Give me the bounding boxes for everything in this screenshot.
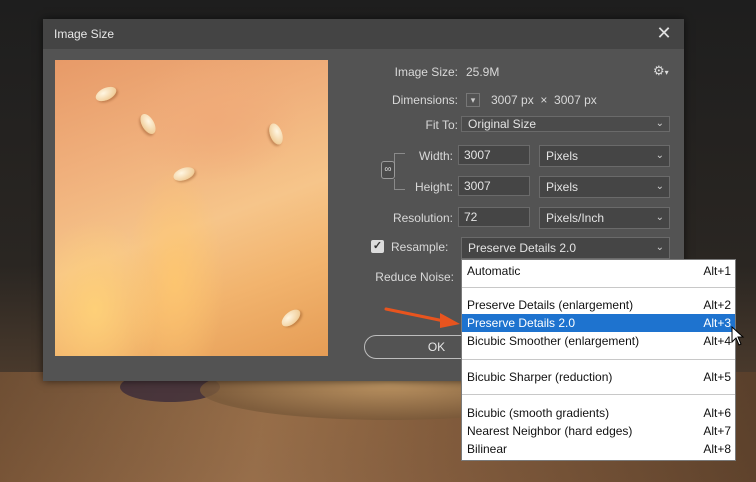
resolution-unit-select[interactable]: Pixels/Inch ⌄: [539, 207, 670, 229]
fit-to-select[interactable]: Original Size ⌄: [461, 116, 670, 132]
image-size-value: 25.9M: [466, 65, 500, 79]
sesame-seed: [137, 111, 159, 137]
menu-item-preserve-details-2[interactable]: Preserve Details 2.0 Alt+3: [462, 314, 735, 332]
menu-item-label: Bicubic Sharper (reduction): [467, 370, 613, 384]
menu-item-shortcut: Alt+2: [703, 298, 731, 312]
resolution-input[interactable]: 72: [458, 207, 530, 227]
menu-item-preserve-details[interactable]: Preserve Details (enlargement) Alt+2: [462, 296, 735, 314]
menu-item-bilinear[interactable]: Bilinear Alt+8: [462, 440, 735, 458]
dimensions-value: 3007 px × 3007 px: [491, 93, 597, 107]
width-label: Width:: [418, 149, 453, 163]
chevron-down-icon[interactable]: ▾: [466, 93, 480, 107]
resample-select[interactable]: Preserve Details 2.0 ⌄: [461, 237, 670, 259]
menu-item-label: Nearest Neighbor (hard edges): [467, 424, 633, 438]
height-input[interactable]: 3007: [458, 176, 530, 196]
annotation-arrow-icon: [384, 307, 460, 328]
chevron-down-icon: ⌄: [655, 242, 664, 253]
height-unit-select[interactable]: Pixels ⌄: [539, 176, 670, 198]
menu-separator: [462, 359, 735, 360]
resample-label: Resample:: [391, 240, 449, 254]
height-unit-value: Pixels: [546, 180, 579, 194]
menu-item-shortcut: Alt+5: [703, 370, 731, 384]
menu-item-label: Bicubic Smoother (enlargement): [467, 334, 640, 348]
menu-item-bicubic-sharper[interactable]: Bicubic Sharper (reduction) Alt+5: [462, 368, 735, 386]
resample-checkbox[interactable]: ✓: [371, 240, 384, 253]
menu-item-label: Bicubic (smooth gradients): [467, 406, 610, 420]
menu-item-nearest-neighbor[interactable]: Nearest Neighbor (hard edges) Alt+7: [462, 422, 735, 440]
menu-item-shortcut: Alt+1: [703, 264, 731, 278]
fit-to-label: Fit To:: [425, 118, 458, 132]
menu-item-shortcut: Alt+3: [703, 316, 731, 330]
sesame-seed: [93, 83, 119, 105]
image-preview[interactable]: [55, 60, 328, 356]
chevron-down-icon: ⌄: [655, 181, 664, 192]
menu-item-label: Preserve Details (enlargement): [467, 298, 634, 312]
sesame-seed: [171, 164, 197, 184]
menu-separator: [462, 394, 735, 395]
menu-separator: [462, 287, 735, 288]
resolution-unit-value: Pixels/Inch: [546, 211, 605, 225]
menu-item-shortcut: Alt+6: [703, 406, 731, 420]
chevron-down-icon: ⌄: [655, 212, 664, 223]
sesame-seed: [266, 121, 286, 147]
resample-value: Preserve Details 2.0: [468, 241, 577, 255]
chevron-down-icon: ⌄: [655, 150, 664, 161]
resample-dropdown-menu: Automatic Alt+1 Preserve Details (enlarg…: [461, 259, 736, 461]
menu-item-automatic[interactable]: Automatic Alt+1: [462, 262, 735, 280]
width-unit-value: Pixels: [546, 149, 579, 163]
image-size-label: Image Size:: [394, 65, 458, 79]
menu-item-shortcut: Alt+8: [703, 442, 731, 456]
mouse-cursor-icon: [731, 326, 745, 346]
close-icon[interactable]: ✕: [654, 23, 674, 43]
width-input[interactable]: 3007: [458, 145, 530, 165]
resolution-label: Resolution:: [392, 211, 453, 225]
fit-to-value: Original Size: [468, 117, 537, 131]
menu-item-label: Automatic: [467, 264, 521, 278]
sesame-seed: [278, 306, 304, 330]
chevron-down-icon: ⌄: [655, 118, 664, 129]
width-unit-select[interactable]: Pixels ⌄: [539, 145, 670, 167]
menu-item-shortcut: Alt+4: [703, 334, 731, 348]
gear-icon[interactable]: ⚙▾: [653, 63, 669, 79]
reduce-noise-label: Reduce Noise:: [375, 270, 454, 284]
dimensions-label: Dimensions:: [391, 93, 458, 107]
link-icon[interactable]: ∞: [381, 161, 395, 179]
dialog-title: Image Size: [54, 27, 115, 41]
menu-item-label: Bilinear: [467, 442, 508, 456]
menu-item-shortcut: Alt+7: [703, 424, 731, 438]
menu-item-bicubic[interactable]: Bicubic (smooth gradients) Alt+6: [462, 404, 735, 422]
menu-item-bicubic-smoother[interactable]: Bicubic Smoother (enlargement) Alt+4: [462, 332, 735, 350]
height-label: Height:: [414, 180, 453, 194]
menu-item-label: Preserve Details 2.0: [467, 316, 576, 330]
dialog-titlebar[interactable]: Image Size ✕: [43, 19, 684, 49]
